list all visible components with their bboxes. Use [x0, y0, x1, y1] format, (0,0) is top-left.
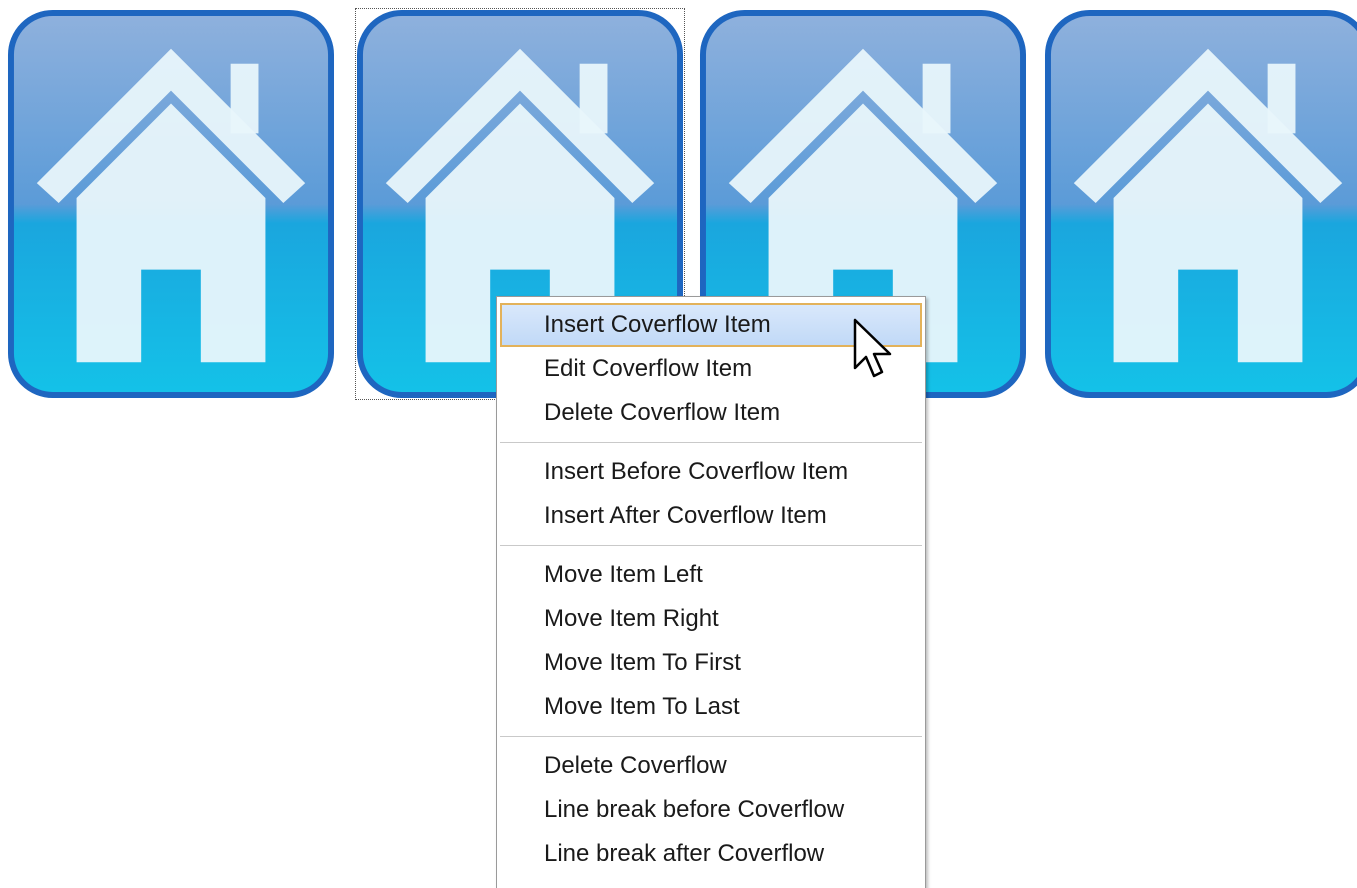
- menu-separator: [500, 736, 922, 737]
- menu-item-move-to-last[interactable]: Move Item To Last: [500, 685, 922, 729]
- menu-item-line-break-before[interactable]: Line break before Coverflow: [500, 788, 922, 832]
- menu-item-move-left[interactable]: Move Item Left: [500, 553, 922, 597]
- menu-item-move-right[interactable]: Move Item Right: [500, 597, 922, 641]
- mouse-pointer-icon: [853, 318, 892, 378]
- coverflow-item-4[interactable]: [1043, 8, 1357, 400]
- menu-item-insert-after[interactable]: Insert After Coverflow Item: [500, 494, 922, 538]
- menu-item-move-to-first[interactable]: Move Item To First: [500, 641, 922, 685]
- menu-item-delete-coverflow-item[interactable]: Delete Coverflow Item: [500, 391, 922, 435]
- menu-item-delete-coverflow[interactable]: Delete Coverflow: [500, 744, 922, 788]
- coverflow-item-1[interactable]: [6, 8, 336, 400]
- menu-item-insert-before[interactable]: Insert Before Coverflow Item: [500, 450, 922, 494]
- home-icon: [1045, 10, 1357, 398]
- menu-separator: [500, 545, 922, 546]
- menu-item-line-break-after[interactable]: Line break after Coverflow: [500, 832, 922, 876]
- menu-separator: [500, 442, 922, 443]
- coverflow-editor: Insert Coverflow Item Edit Coverflow Ite…: [0, 0, 1357, 888]
- home-icon: [7, 9, 335, 399]
- context-menu: Insert Coverflow Item Edit Coverflow Ite…: [496, 296, 926, 888]
